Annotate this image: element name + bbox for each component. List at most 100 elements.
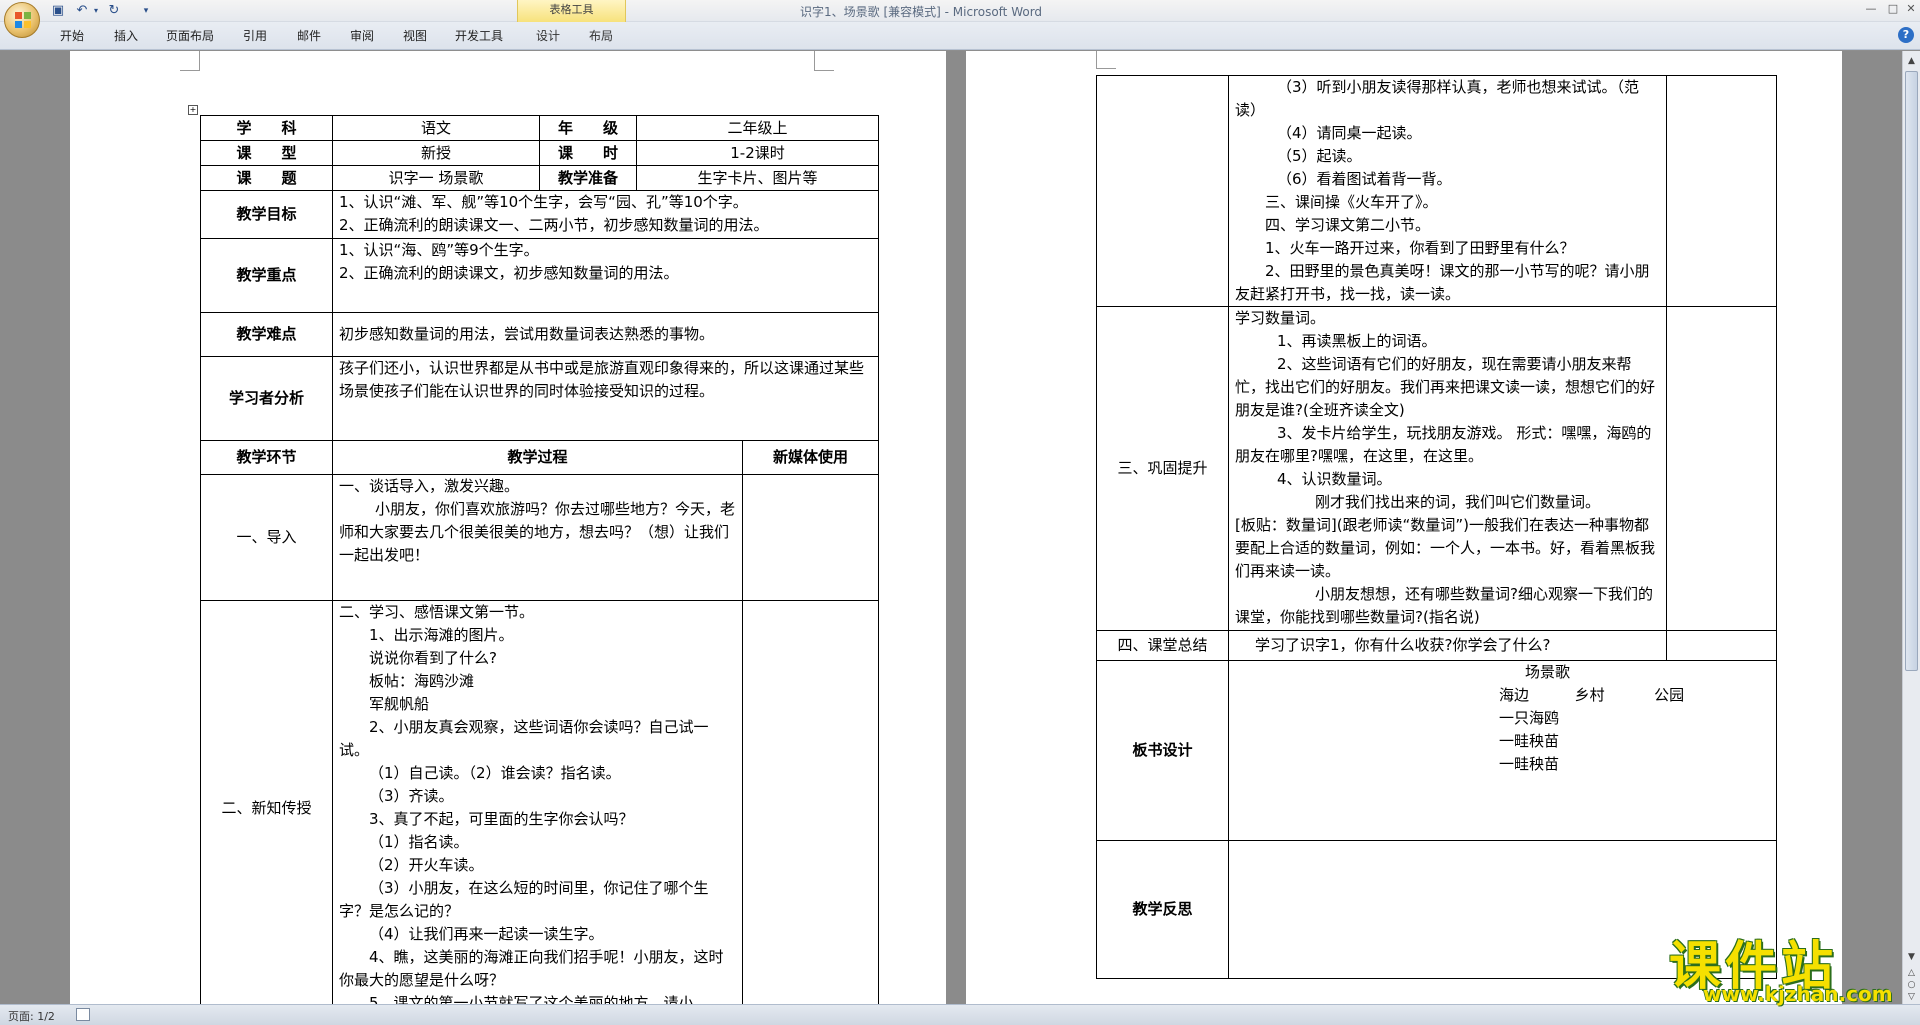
customize-qat-icon[interactable]: ▾	[138, 3, 154, 19]
vertical-scrollbar[interactable]: ▲ ▼ △ ○ ▽	[1902, 51, 1920, 1004]
goal-label: 教学目标	[200, 190, 333, 239]
hours-value: 1-2课时	[635, 140, 880, 166]
process-line: 学习数量词。	[1235, 309, 1326, 327]
tab-review[interactable]: 审阅	[350, 27, 374, 45]
tab-layout[interactable]: 布局	[589, 27, 613, 45]
table-tools-context-label: 表格工具	[517, 0, 626, 22]
process-line: 1、火车一路开过来，你看到了田野里有什么？	[1265, 239, 1575, 257]
difficulty-label: 教学难点	[200, 312, 333, 357]
process-line: 1、再读黑板上的词语。	[1277, 332, 1437, 350]
page-2[interactable]: （3）听到小朋友读得那样认真，老师也想来试试。（范读） （4）请同桌一起读。 （…	[966, 51, 1842, 1004]
stage-consolidate-media	[1666, 306, 1777, 631]
goal-line: 2、正确流利的朗读课文一、二两小节，初步感知数量词的用法。	[339, 216, 769, 234]
process-line: （6）看着图试着背一背。	[1277, 170, 1452, 188]
key-line: 2、正确流利的朗读课文，初步感知数量词的用法。	[339, 264, 679, 282]
process-line: （5）起读。	[1277, 147, 1362, 165]
process-line: （3）听到小朋友读得那样认真，老师也想来试试。（范读）	[1235, 78, 1640, 119]
stage-intro-media	[741, 474, 880, 601]
document-workspace[interactable]: + 学 科 语文 年 级 二年级上 课 型 新授 课 时 1-2课时 课 题 识…	[0, 51, 1902, 1004]
goal-cell: 1、认识“滩、军、舰”等10个生字，会写“园、孔”等10个字。 2、正确流利的朗…	[331, 190, 880, 239]
page-indicator[interactable]: 页面: 1/2	[8, 1008, 55, 1024]
process-line: （3）齐读。	[369, 787, 454, 805]
tab-view[interactable]: 视图	[403, 27, 427, 45]
learner-text: 孩子们还小，认识世界都是从书中或是旅游直观印象得来的，所以这课通过某些场景使孩子…	[339, 359, 865, 400]
process-line: （4）请同桌一起读。	[1277, 124, 1422, 142]
status-bar: 页面: 1/2	[0, 1004, 1920, 1025]
process-line: （2）开火车读。	[369, 856, 484, 874]
watermark-url: www.kjzhan.com	[1703, 982, 1893, 1006]
stage-new-content: 二、学习、感悟课文第一节。 1、出示海滩的图片。 说说你看到了什么? 板帖：海鸥…	[332, 600, 743, 1004]
crop-mark	[1096, 51, 1116, 69]
site-watermark: 课件站 www.kjzhan.com	[1669, 924, 1909, 1006]
process-line: 5、课文的第一小节就写了这个美丽的地方，请小	[369, 994, 694, 1004]
crop-mark	[180, 51, 200, 71]
page-1[interactable]: + 学 科 语文 年 级 二年级上 课 型 新授 课 时 1-2课时 课 题 识…	[70, 51, 946, 1004]
process-line: 小朋友想想，还有哪些数量词?细心观察一下我们的课堂，你能找到哪些数量词?(指名说…	[1235, 585, 1653, 626]
table-move-handle-icon[interactable]: +	[188, 105, 198, 115]
key-line: 1、认识“海、鸥”等9个生字。	[339, 241, 539, 259]
process-line: 2、田野里的景色真美呀！课文的那一小节写的呢？请小朋友赶紧打开书，找一找，读一读…	[1235, 262, 1650, 303]
process-line: 2、这些词语有它们的好朋友，现在需要请小朋友来帮忙，找出它们的好朋友。我们再来把…	[1235, 355, 1656, 419]
minimize-icon[interactable]: —	[1860, 2, 1882, 16]
undo-icon[interactable]: ↶	[74, 3, 90, 19]
process-line: 四、学习课文第二小节。	[1265, 216, 1431, 234]
prep-label: 教学准备	[539, 165, 637, 191]
topic-value: 识字一 场景歌	[332, 165, 540, 191]
process-line: 三、课间操《火车开了》。	[1265, 193, 1438, 211]
process-line: （3）小朋友，在这么短的时间里，你记住了哪个生字？是怎么记的？	[339, 879, 709, 920]
tab-references[interactable]: 引用	[243, 27, 267, 45]
board-line: 一只海鸥	[1499, 709, 1560, 727]
proofing-icon[interactable]	[76, 1008, 90, 1021]
crop-mark	[814, 51, 834, 71]
grade-label: 年 级	[539, 115, 637, 141]
tab-developer[interactable]: 开发工具	[455, 27, 503, 45]
key-label: 教学重点	[200, 238, 333, 313]
prep-value: 生字卡片、图片等	[635, 165, 880, 191]
tab-design[interactable]: 设计	[536, 27, 560, 45]
undo-dropdown-icon[interactable]: ▾	[92, 3, 100, 19]
scrollbar-thumb[interactable]	[1905, 71, 1918, 671]
topic-label: 课 题	[200, 165, 333, 191]
tab-page-layout[interactable]: 页面布局	[166, 27, 214, 45]
tab-home[interactable]: 开始	[60, 27, 84, 45]
learner-label: 学习者分析	[200, 356, 333, 441]
reflection-label: 教学反思	[1096, 840, 1229, 979]
stage-new-label: 二、新知传授	[200, 600, 333, 1004]
help-icon[interactable]: ?	[1898, 27, 1914, 43]
grade-value: 二年级上	[635, 115, 880, 141]
stage-intro-label: 一、导入	[200, 474, 333, 601]
board-places-row: 海边 乡村 公园	[1235, 684, 1770, 707]
office-button[interactable]	[4, 2, 40, 38]
process-line: 1、出示海滩的图片。	[369, 626, 514, 644]
process-line: 2、小朋友真会观察，这些词语你会读吗？自己试一试。	[339, 718, 709, 759]
difficulty-value: 初步感知数量词的用法，尝试用数量词表达熟悉的事物。	[331, 312, 880, 357]
title-bar: ▣ ↶ ▾ ↻ ▾ 表格工具 识字1、场景歌 [兼容模式] - Microsof…	[0, 0, 1920, 38]
stage-new-media	[741, 600, 880, 1004]
subject-label: 学 科	[200, 115, 333, 141]
stage-intro-content: 一、谈话导入，激发兴趣。 小朋友，你们喜欢旅游吗？你去过哪些地方？今天，老师和大…	[332, 474, 743, 601]
redo-icon[interactable]: ↻	[106, 3, 122, 19]
tab-mailings[interactable]: 邮件	[297, 27, 321, 45]
process-line: 一、谈话导入，激发兴趣。	[339, 477, 520, 495]
board-design-content: 场景歌 海边 乡村 公园 一只海鸥 一畦秧苗 一畦秧苗	[1228, 660, 1777, 841]
lesson-plan-table: 学 科 语文 年 级 二年级上 课 型 新授 课 时 1-2课时 课 题 识字一…	[200, 115, 880, 1004]
goal-line: 1、认识“滩、军、舰”等10个生字，会写“园、孔”等10个字。	[339, 193, 748, 211]
process-line: （1）指名读。	[369, 833, 469, 851]
subject-value: 语文	[332, 115, 540, 141]
save-icon[interactable]: ▣	[50, 3, 66, 19]
key-cell: 1、认识“海、鸥”等9个生字。 2、正确流利的朗读课文，初步感知数量词的用法。	[331, 238, 880, 313]
process-line: 4、认识数量词。	[1277, 470, 1392, 488]
board-place: 公园	[1654, 686, 1685, 704]
board-title: 场景歌	[1525, 663, 1571, 681]
process-line: [板贴：数量词](跟老师读“数量词”)一般我们在表达一种事物都要配上合适的数量词…	[1235, 516, 1656, 580]
board-line: 一畦秧苗	[1499, 755, 1560, 773]
scroll-up-icon[interactable]: ▲	[1906, 55, 1917, 67]
board-place: 海边	[1499, 686, 1530, 704]
process-line: （1）自己读。（2）谁会读？指名读。	[369, 764, 621, 782]
media-header: 新媒体使用	[741, 440, 880, 475]
process-line: 军舰帆船	[369, 695, 430, 713]
tab-insert[interactable]: 插入	[114, 27, 138, 45]
close-icon[interactable]: ✕	[1900, 2, 1920, 16]
ribbon-tabs: 开始 插入 页面布局 引用 邮件 审阅 视图 开发工具 设计 布局 ?	[0, 22, 1920, 50]
process-line: 刚才我们找出来的词，我们叫它们数量词。	[1315, 493, 1601, 511]
